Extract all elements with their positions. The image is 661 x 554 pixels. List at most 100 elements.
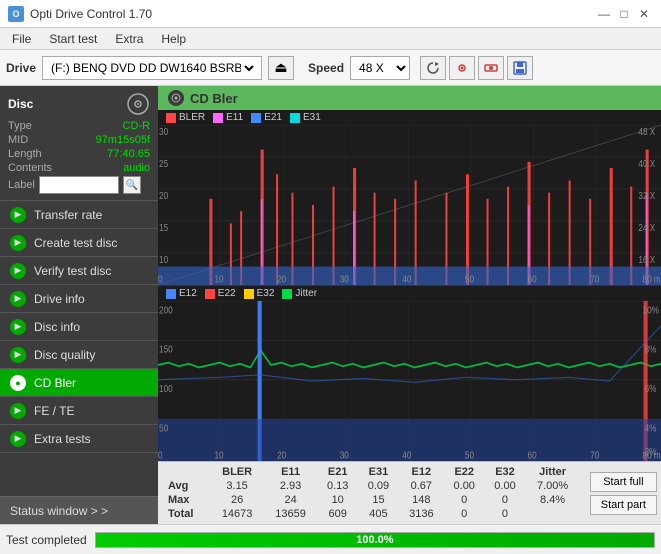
stats-max-e32: 0 (485, 493, 526, 507)
chart1-svg: 0 10 20 30 40 50 60 70 80 min 30 25 20 1… (158, 125, 661, 285)
stats-total-e12: 3136 (399, 507, 444, 521)
stats-max-bler: 26 (210, 493, 263, 507)
minimize-button[interactable]: — (595, 5, 613, 23)
stats-avg-row: Avg 3.15 2.93 0.13 0.09 0.67 0.00 0.00 7… (164, 479, 580, 493)
stats-and-buttons-area: BLER E11 E21 E31 E12 E22 E32 Jitter Avg (158, 461, 661, 524)
disc-label-row: Label 🔍 (8, 176, 150, 194)
disc-length-value: 77:40.65 (107, 148, 150, 160)
cd-bler-icon: ● (10, 375, 26, 391)
extra-tests-icon: ▶ (10, 431, 26, 447)
sidebar-item-transfer-rate[interactable]: ▶ Transfer rate (0, 201, 158, 229)
svg-text:30: 30 (340, 274, 349, 285)
start-part-button[interactable]: Start part (590, 495, 657, 515)
sidebar-item-create-test-disc[interactable]: ▶ Create test disc (0, 229, 158, 257)
save-button[interactable] (507, 56, 533, 80)
settings-button2[interactable] (478, 56, 504, 80)
stats-total-e21: 609 (317, 507, 358, 521)
stats-total-jitter (525, 507, 579, 521)
settings-button1[interactable] (449, 56, 475, 80)
status-window-label: Status window > > (10, 504, 108, 518)
disc-label-search-button[interactable]: 🔍 (123, 176, 141, 194)
menu-start-test[interactable]: Start test (41, 30, 105, 48)
disc-mid-label: MID (8, 134, 28, 146)
status-window-button[interactable]: Status window > > (0, 496, 158, 524)
sidebar-item-fe-te[interactable]: ▶ FE / TE (0, 397, 158, 425)
content-area: CD Bler BLER E11 E21 (158, 86, 661, 524)
svg-text:40: 40 (402, 274, 411, 285)
stats-total-label: Total (164, 507, 210, 521)
status-text: Test completed (6, 533, 87, 547)
sidebar-item-drive-info[interactable]: ▶ Drive info (0, 285, 158, 313)
fe-te-icon: ▶ (10, 403, 26, 419)
stats-avg-e11: 2.93 (264, 479, 317, 493)
stats-max-label: Max (164, 493, 210, 507)
svg-text:10%: 10% (643, 305, 659, 316)
e12-label: E12 (179, 288, 197, 299)
disc-section-label: Disc (8, 97, 33, 111)
close-button[interactable]: ✕ (635, 5, 653, 23)
sidebar-item-disc-quality[interactable]: ▶ Disc quality (0, 341, 158, 369)
svg-text:80 min: 80 min (643, 274, 661, 285)
disc-icon (126, 92, 150, 116)
stats-total-row: Total 14673 13659 609 405 3136 0 0 (164, 507, 580, 521)
jitter-label: Jitter (295, 288, 317, 299)
disc-contents-row: Contents audio (8, 162, 150, 174)
create-test-disc-icon: ▶ (10, 235, 26, 251)
svg-text:0: 0 (158, 274, 163, 285)
svg-text:20: 20 (159, 190, 168, 201)
svg-text:30: 30 (340, 450, 349, 461)
svg-text:30: 30 (159, 126, 168, 137)
eject-button[interactable]: ⏏ (268, 56, 294, 80)
svg-text:50: 50 (465, 450, 474, 461)
svg-text:4%: 4% (645, 423, 657, 434)
disc-mid-value: 97m15s05f (96, 134, 150, 146)
stats-col-e32: E32 (485, 465, 526, 479)
sidebar-item-disc-info[interactable]: ▶ Disc info (0, 313, 158, 341)
stats-col-e21: E21 (317, 465, 358, 479)
legend-bler: BLER (166, 112, 205, 123)
disc-quality-label: Disc quality (34, 348, 95, 362)
stats-section: BLER E11 E21 E31 E12 E22 E32 Jitter Avg (158, 462, 586, 524)
drive-dropdown[interactable]: (F:) BENQ DVD DD DW1640 BSRB (47, 60, 257, 76)
drive-bar: Drive (F:) BENQ DVD DD DW1640 BSRB ⏏ Spe… (0, 50, 661, 86)
stats-col-e11: E11 (264, 465, 317, 479)
sidebar-item-extra-tests[interactable]: ▶ Extra tests (0, 425, 158, 453)
svg-text:8%: 8% (645, 344, 657, 355)
disc-label-input[interactable] (39, 176, 119, 194)
svg-text:10: 10 (214, 450, 223, 461)
bottom-status-bar: Test completed 100.0% (0, 524, 661, 554)
progress-bar-container: 100.0% (95, 532, 655, 548)
progress-text: 100.0% (356, 534, 393, 546)
stats-avg-e21: 0.13 (317, 479, 358, 493)
create-test-disc-label: Create test disc (34, 236, 117, 250)
sidebar-item-cd-bler[interactable]: ● CD Bler (0, 369, 158, 397)
menu-extra[interactable]: Extra (107, 30, 151, 48)
disc-quality-icon: ▶ (10, 347, 26, 363)
disc-info-label: Disc info (34, 320, 80, 334)
verify-test-disc-icon: ▶ (10, 263, 26, 279)
e31-label: E31 (303, 112, 321, 123)
stats-max-e21: 10 (317, 493, 358, 507)
legend-e31: E31 (290, 112, 321, 123)
jitter-color (282, 289, 292, 299)
stats-total-e31: 405 (358, 507, 399, 521)
drive-selector[interactable]: (F:) BENQ DVD DD DW1640 BSRB (42, 56, 262, 80)
speed-dropdown[interactable]: 48 X (350, 56, 410, 80)
title-bar: O Opti Drive Control 1.70 — □ ✕ (0, 0, 661, 28)
e32-label: E32 (257, 288, 275, 299)
start-full-button[interactable]: Start full (590, 472, 657, 492)
chart-title-icon (168, 90, 184, 106)
fe-te-label: FE / TE (34, 404, 74, 418)
menu-file[interactable]: File (4, 30, 39, 48)
sidebar-item-verify-test-disc[interactable]: ▶ Verify test disc (0, 257, 158, 285)
disc-length-label: Length (8, 148, 42, 160)
refresh-button[interactable] (420, 56, 446, 80)
stats-col-e22: E22 (444, 465, 485, 479)
maximize-button[interactable]: □ (615, 5, 633, 23)
svg-text:200: 200 (159, 305, 173, 316)
disc-type-value: CD-R (123, 120, 151, 132)
drive-info-label: Drive info (34, 292, 85, 306)
extra-tests-label: Extra tests (34, 432, 91, 446)
stats-table: BLER E11 E21 E31 E12 E22 E32 Jitter Avg (164, 465, 580, 521)
menu-help[interactable]: Help (153, 30, 194, 48)
